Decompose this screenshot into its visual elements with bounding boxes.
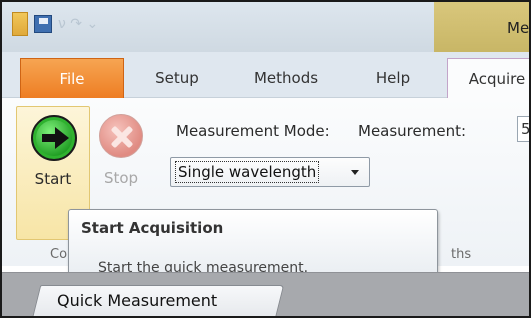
tab-acquire[interactable]: Acquire [447, 58, 529, 99]
measurement-label: Measurement: [358, 122, 467, 140]
measurement-mode-dropdown[interactable]: Single wavelength [170, 157, 370, 187]
measurement-mode-label: Measurement Mode: [176, 122, 330, 140]
tab-file[interactable]: File [20, 58, 124, 98]
title-bar: ν ↷ ⌄ Me [2, 2, 529, 52]
app-window: ν ↷ ⌄ Me File Setup Methods Help Acquire… [0, 0, 531, 318]
ribbon-group-label-left: Co [50, 247, 68, 262]
document-tab-strip: Quick Measurement [2, 272, 529, 316]
window-title: Me [507, 19, 530, 37]
ribbon-group-label-right: ths [451, 247, 472, 262]
tab-help[interactable]: Help [364, 63, 422, 93]
quick-access-toolbar: ν ↷ ⌄ [12, 9, 98, 39]
app-icon[interactable] [12, 12, 28, 36]
ribbon-tabs: File Setup Methods Help Acquire [2, 52, 529, 99]
qat-disabled-icons: ν ↷ ⌄ [58, 16, 99, 32]
start-arrow-icon [31, 115, 77, 161]
start-button-label: Start [34, 170, 72, 188]
chevron-down-icon[interactable] [351, 170, 359, 175]
tab-quick-measurement-label: Quick Measurement [57, 291, 218, 310]
stop-button-label: Stop [103, 169, 139, 187]
measurement-mode-value: Single wavelength [175, 161, 320, 183]
tooltip-title: Start Acquisition [81, 219, 224, 237]
save-icon[interactable] [34, 15, 52, 33]
stop-x-icon [99, 114, 143, 158]
tab-setup[interactable]: Setup [142, 63, 212, 93]
tab-methods[interactable]: Methods [240, 63, 332, 93]
measurement-field[interactable]: 5 [517, 116, 529, 142]
